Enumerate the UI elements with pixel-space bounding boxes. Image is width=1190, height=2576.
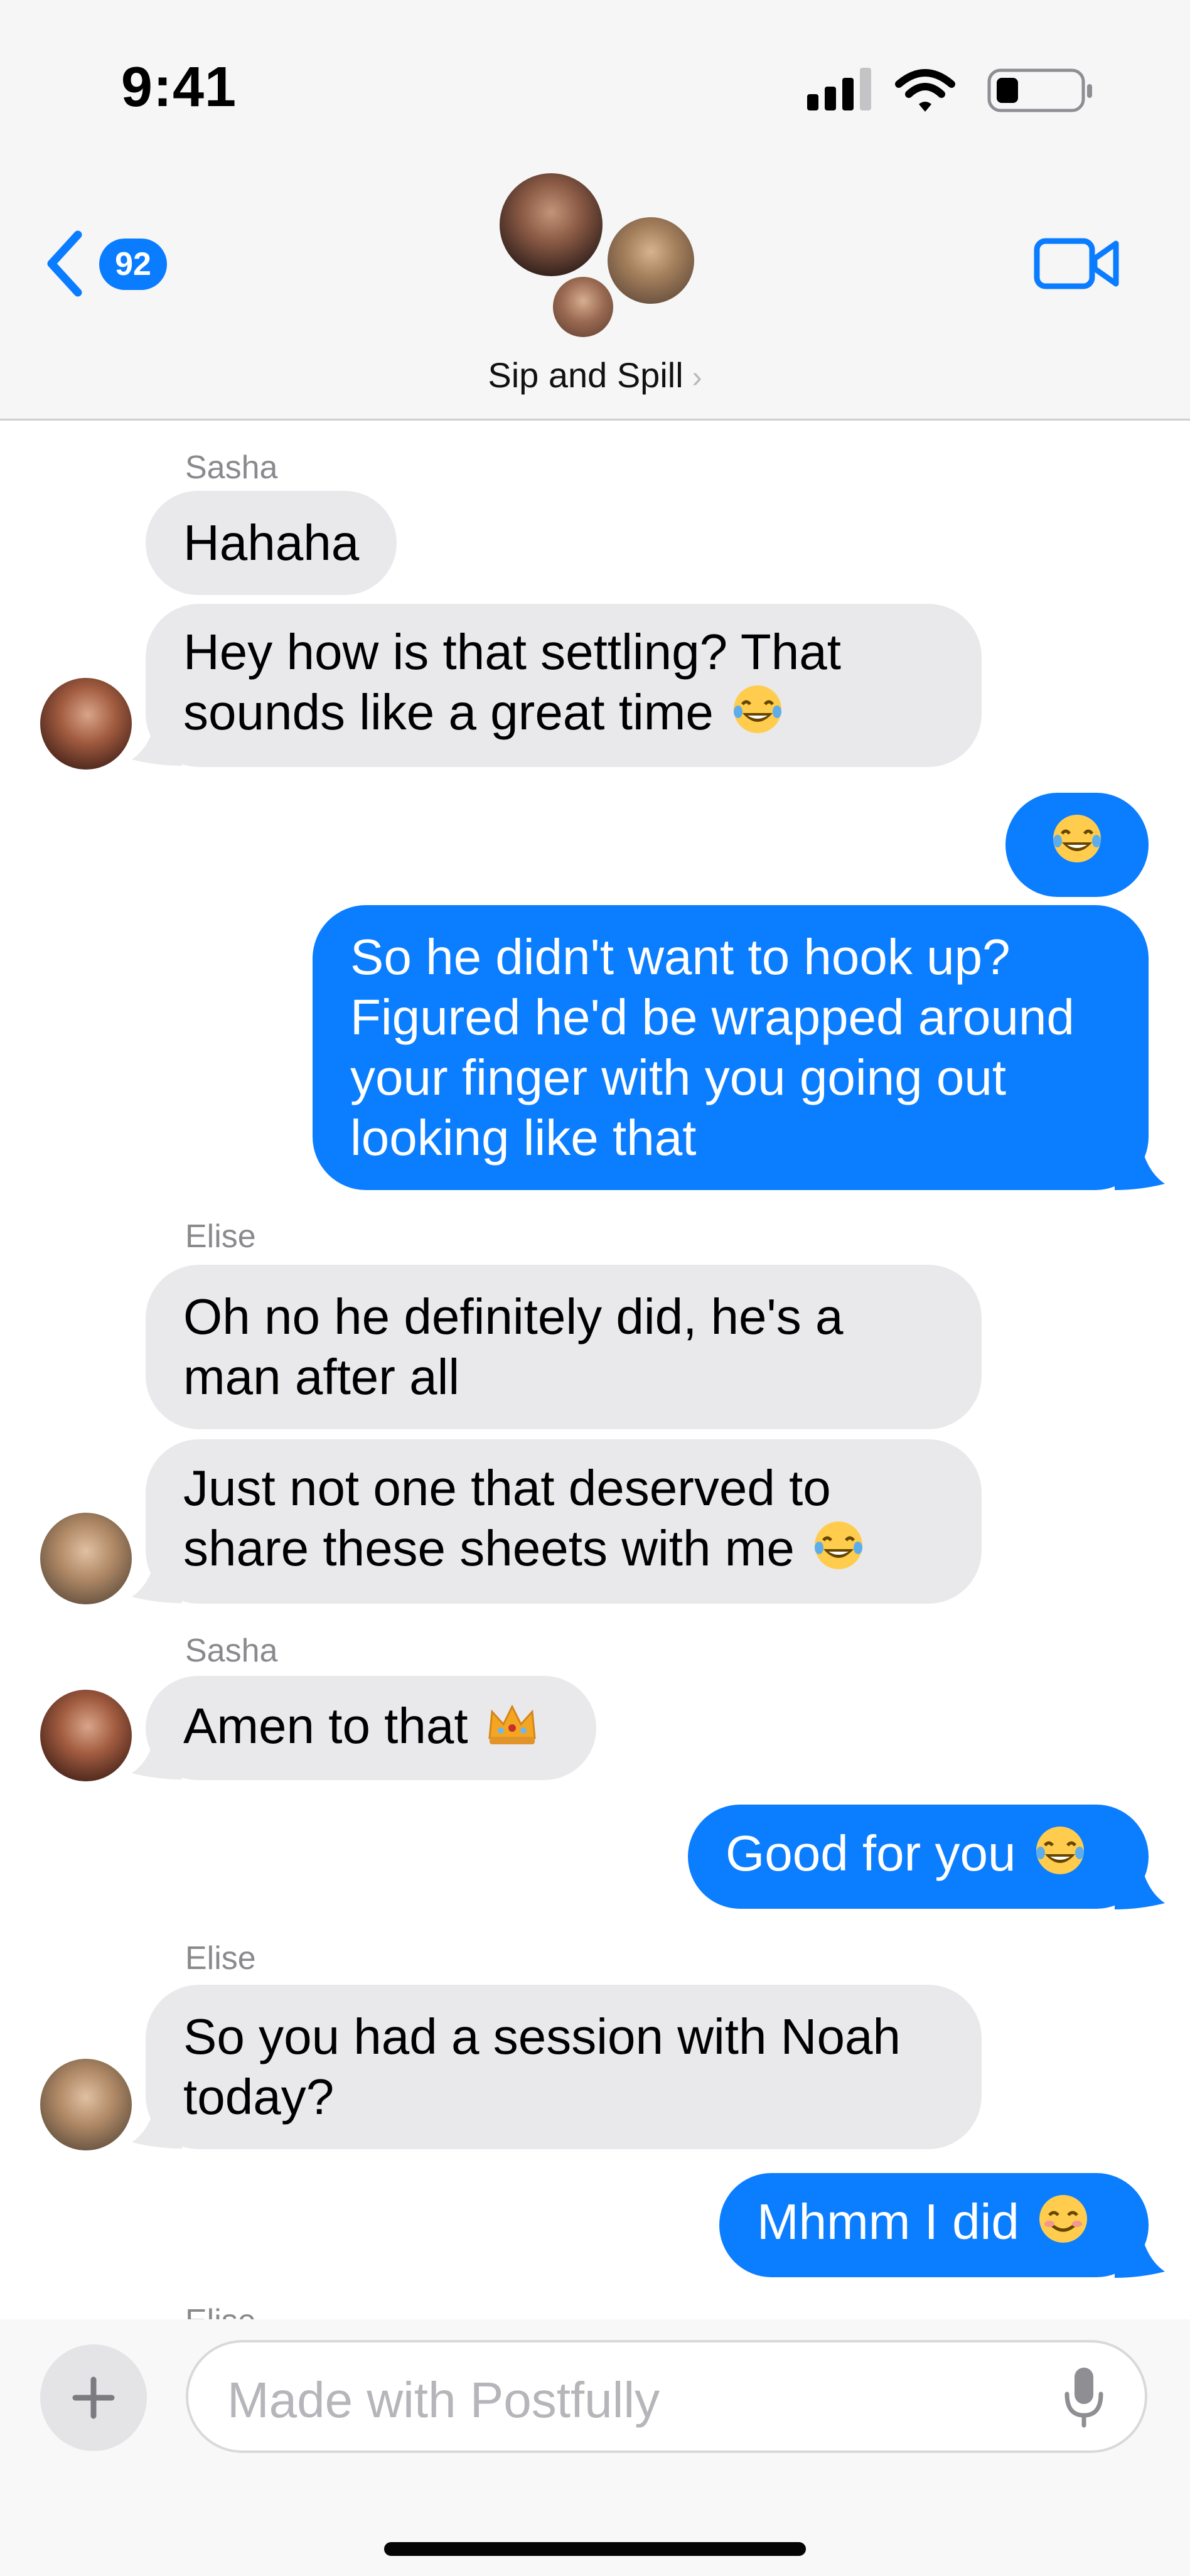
laughing-tears-emoji-icon	[1051, 812, 1103, 878]
status-icons	[807, 68, 1092, 112]
incoming-message-bubble[interactable]: Hey how is that settling? That sounds li…	[146, 604, 982, 767]
incoming-message-bubble[interactable]: So you had a session with Noah today?	[146, 1985, 982, 2149]
group-member-avatar	[549, 273, 617, 341]
incoming-message-bubble[interactable]: Amen to that	[146, 1676, 596, 1780]
bubble-tail	[1115, 2228, 1165, 2278]
incoming-message-bubble[interactable]: Hahaha	[146, 491, 397, 595]
plus-icon	[72, 2376, 115, 2419]
message-text: Oh no he definitely did, he's a man afte…	[183, 1289, 844, 1405]
wifi-icon	[895, 69, 955, 112]
outgoing-message-bubble[interactable]: So he didn't want to hook up? Figured he…	[313, 905, 1149, 1190]
sender-name: Elise	[185, 1940, 256, 1977]
group-avatar-cluster[interactable]	[496, 169, 703, 341]
crown-emoji-icon	[486, 1700, 539, 1760]
bubble-tail	[132, 1729, 182, 1779]
video-call-icon[interactable]	[1033, 232, 1121, 295]
sender-name: Elise	[185, 1218, 256, 1255]
sender-avatar[interactable]	[40, 1690, 132, 1781]
message-text: Hey how is that settling? That sounds li…	[183, 622, 841, 749]
message-text: Good for you	[726, 1823, 1086, 1890]
messages-app: 9:41 92 Sip and Spill › Sasha Hahaha Hey…	[0, 0, 1190, 2576]
smiling-face-emoji-icon	[1037, 2192, 1090, 2258]
outgoing-message-bubble[interactable]: Good for you	[688, 1805, 1149, 1909]
message-text: So he didn't want to hook up? Figured he…	[350, 929, 1075, 1166]
laughing-tears-emoji-icon	[1034, 1824, 1086, 1890]
message-input-placeholder: Made with Postfully	[227, 2372, 660, 2428]
bubble-tail	[132, 2098, 182, 2149]
outgoing-message-bubble[interactable]	[1005, 793, 1149, 897]
sender-avatar[interactable]	[40, 1513, 132, 1604]
group-member-avatar	[496, 169, 606, 280]
sender-avatar[interactable]	[40, 2059, 132, 2150]
message-text: Just not one that deserved to share thes…	[183, 1458, 865, 1585]
bubble-tail	[132, 716, 182, 766]
message-text: Mhmm I did	[757, 2192, 1090, 2258]
sender-name: Sasha	[185, 1633, 278, 1669]
unread-count-badge: 92	[99, 239, 167, 290]
message-text: So you had a session with Noah today?	[183, 2009, 901, 2125]
message-text: Hahaha	[183, 515, 360, 571]
incoming-message-bubble[interactable]: Oh no he definitely did, he's a man afte…	[146, 1265, 982, 1429]
message-input[interactable]: Made with Postfully	[186, 2340, 1147, 2453]
sender-avatar[interactable]	[40, 678, 132, 770]
status-time: 9:41	[121, 56, 237, 119]
signal-icon	[807, 68, 871, 110]
incoming-message-bubble[interactable]: Just not one that deserved to share thes…	[146, 1439, 982, 1604]
conversation-header: 9:41 92 Sip and Spill ›	[0, 0, 1190, 421]
chevron-left-icon	[47, 230, 82, 297]
composer-bar: Made with Postfully	[0, 2319, 1190, 2576]
add-attachment-button[interactable]	[40, 2344, 147, 2451]
home-indicator[interactable]	[384, 2542, 806, 2556]
laughing-tears-emoji-icon	[731, 683, 784, 749]
bubble-tail	[1115, 1140, 1165, 1190]
sender-name: Sasha	[185, 449, 278, 486]
battery-icon	[987, 68, 1092, 112]
back-button[interactable]: 92	[44, 226, 176, 301]
group-member-avatar	[604, 213, 698, 308]
group-name-button[interactable]: Sip and Spill ›	[0, 355, 1190, 395]
bubble-tail	[132, 1553, 182, 1603]
chevron-right-icon: ›	[692, 361, 702, 394]
laughing-tears-emoji-icon	[812, 1519, 865, 1585]
microphone-icon[interactable]	[1062, 2365, 1106, 2428]
bubble-tail	[1115, 1859, 1165, 1909]
message-text: Amen to that	[183, 1696, 539, 1760]
group-name: Sip and Spill	[488, 355, 683, 395]
outgoing-message-bubble[interactable]: Mhmm I did	[719, 2173, 1149, 2277]
